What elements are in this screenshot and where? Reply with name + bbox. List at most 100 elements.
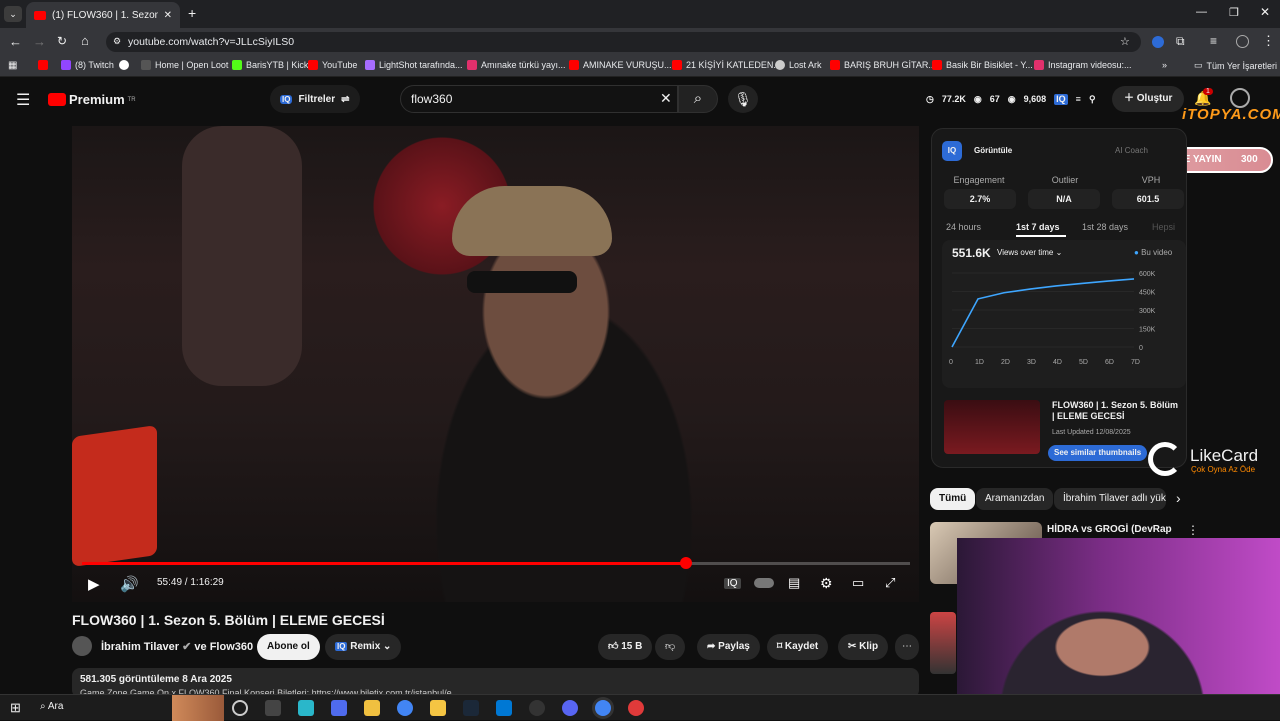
new-tab-button[interactable]: + [188,5,196,21]
bookmark-item[interactable]: AMINAKE VURUŞU... [569,60,672,70]
extensions-puzzle-icon[interactable]: ⧉ [1176,34,1185,49]
filters-button[interactable]: IQ Filtreler ⇌ [270,85,360,113]
menu-icon[interactable]: ⋮ [1262,33,1275,49]
chart-metric-select[interactable]: Views over time ⌄ [997,248,1062,257]
avatar[interactable] [1230,88,1250,108]
badge-icon[interactable]: ⚲ [1089,94,1096,105]
hamburger-menu-icon[interactable]: ☰ [16,90,30,110]
youtube-logo[interactable]: Premium TR [48,92,136,107]
related-menu-icon[interactable]: ⋮ [1187,523,1199,537]
bookmark-item[interactable]: (8) Twitch [61,60,114,70]
steam-icon[interactable] [463,700,479,716]
tab-view[interactable]: Görüntüle [974,146,1012,155]
all-bookmarks[interactable]: ▭ Tüm Yer İşaretleri [1194,60,1277,71]
bookmark-item[interactable]: Lost Ark [775,60,822,70]
file-explorer-icon[interactable] [430,700,446,716]
bookmark-item[interactable]: Home | Open Loot [141,60,228,70]
taskbar-search[interactable]: ⌕ Ara [40,701,63,712]
like-button[interactable]: 👍︎ 15 B [598,634,653,660]
bookmark-star-icon[interactable]: ☆ [1120,35,1130,48]
chip-channel[interactable]: İbrahim Tilaver adlı yükl [1054,488,1166,510]
chrome-icon[interactable] [397,700,413,716]
close-window-icon[interactable]: ✕ [1260,5,1270,19]
bookmark-item[interactable]: 21 KİŞİYİ KATLEDEN... [672,60,781,70]
reload-icon[interactable]: ↻ [57,34,67,48]
dislike-button[interactable]: 👎︎ [655,634,686,660]
profile-avatar[interactable] [1236,35,1249,48]
volume-icon[interactable]: 🔊 [120,575,139,593]
bookmark-item[interactable]: LightShot tarafında... [365,60,463,70]
bookmark-item[interactable] [119,60,129,70]
fullscreen-icon[interactable]: ⤢ [885,575,895,591]
range-7d[interactable]: 1st 7 days [1016,222,1060,232]
save-button[interactable]: ⌑ Kaydet [767,634,829,660]
obs-icon[interactable] [529,700,545,716]
more-actions-icon[interactable]: ⋯ [895,634,919,660]
play-icon[interactable]: ▶ [88,575,100,593]
home-icon[interactable]: ⌂ [81,33,89,48]
apps-grid-icon[interactable]: ▦ [8,60,17,71]
task-view-icon[interactable] [232,700,248,716]
share-button[interactable]: ➦ Paylaş [697,634,760,660]
app-icon[interactable] [628,700,644,716]
video-thumbnail[interactable] [944,400,1040,454]
back-icon[interactable]: ← [9,34,22,49]
range-24h[interactable]: 24 hours [946,222,981,232]
list-icon[interactable]: ≡ [1076,94,1081,105]
range-28d[interactable]: 1st 28 days [1082,222,1128,232]
theater-mode-icon[interactable]: ▭ [852,575,864,591]
tab-ai-coach[interactable]: AI Coach [1115,146,1148,155]
remix-button[interactable]: IQ Remix ⌄ [325,634,402,660]
discord-icon[interactable] [562,700,578,716]
bookmark-item[interactable] [38,60,52,70]
search-input[interactable]: flow360 [400,85,678,113]
more-bookmarks-icon[interactable]: » [1162,60,1167,70]
video-player[interactable]: ▶ 🔊 55:49 / 1:16:29 IQ ▤ ⚙ ▭ ⤢ [72,126,919,602]
chip-all[interactable]: Tümü [930,488,976,510]
similar-thumbnails-button[interactable]: See similar thumbnails [1048,445,1148,461]
store-icon[interactable] [364,700,380,716]
bookmark-item[interactable]: Amınake türkü yayı... [467,60,566,70]
chips-next-icon[interactable]: › [1176,490,1181,506]
autoplay-toggle[interactable] [754,578,774,588]
forward-icon[interactable]: → [33,34,46,49]
subtitles-icon[interactable]: ▤ [788,575,800,591]
related-thumbnail[interactable] [930,612,956,674]
share-icon: ➦ [707,641,719,652]
subscribe-button[interactable]: Abone ol [257,634,320,660]
bookmark-item[interactable]: Basik Bir Bisiklet - Y... [932,60,1033,70]
clear-search-icon[interactable]: ✕ [660,90,672,107]
channel-names[interactable]: İbrahim Tilaver ✔ ve Flow360 [101,640,253,653]
bookmark-item[interactable]: BARIŞ BRUH GİTAR... [830,60,936,70]
chrome-active-icon[interactable] [595,700,611,716]
voice-search-icon[interactable]: 🎙 [728,85,758,113]
tab-search-icon[interactable]: ⌄ [4,6,22,22]
clip-button[interactable]: ✂ Klip [838,634,889,660]
extension-icon[interactable] [1152,36,1164,48]
url-field[interactable]: youtube.com/watch?v=JLLcSiyILS0 [106,32,1141,52]
search-button[interactable]: ⌕ [678,85,718,113]
browser-tab[interactable]: (1) FLOW360 | 1. Sezon 5. Bölüm ✕ [26,2,180,28]
copilot-icon[interactable] [331,700,347,716]
media-icon[interactable]: ≡ [1210,34,1217,48]
channel-avatar[interactable] [72,636,92,656]
close-tab-icon[interactable]: ✕ [164,10,172,21]
create-button[interactable]: ＋ Oluştur [1112,86,1185,112]
vidiq-icon[interactable]: IQ [1054,94,1068,105]
minimize-icon[interactable]: — [1196,6,1207,18]
range-all[interactable]: Hepsi [1152,222,1175,232]
related-title[interactable]: HİDRA vs GROGİ (DevRap [1047,524,1172,535]
settings-gear-icon[interactable]: ⚙ [820,575,833,592]
widgets-icon[interactable] [265,700,281,716]
bookmark-item[interactable]: YouTube [308,60,357,70]
site-info-icon[interactable]: ⚙ [113,36,121,47]
video-progress-bar[interactable] [82,557,910,569]
bookmark-item[interactable]: Instagram videosu:... [1034,60,1132,70]
app-icon[interactable] [298,700,314,716]
bookmark-item[interactable]: BarisYTB | Kick [232,60,308,70]
maximize-icon[interactable]: ❐ [1229,6,1239,19]
windows-start-icon[interactable]: ⊞ [10,700,21,716]
vidiq-player-icon[interactable]: IQ [724,578,741,589]
app-icon[interactable] [496,700,512,716]
chip-from-search[interactable]: Aramanızdan [976,488,1054,510]
